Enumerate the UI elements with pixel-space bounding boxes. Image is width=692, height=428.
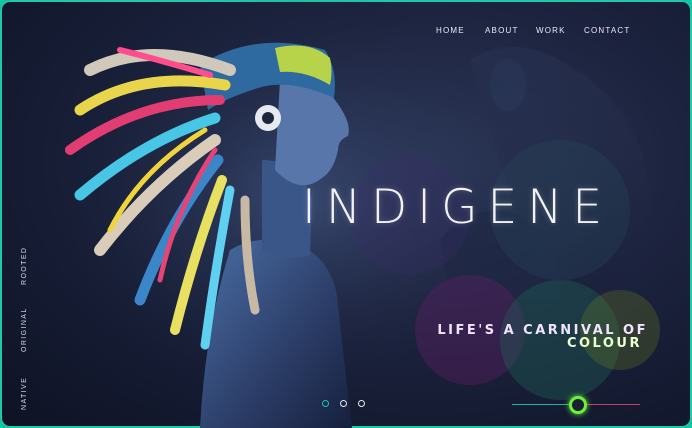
hero-title: INDIGENE [302, 180, 613, 235]
carousel-dots [322, 400, 365, 407]
side-word-rooted: ROOTED [21, 246, 28, 285]
side-word-native: NATIVE [21, 376, 28, 410]
side-word-original: ORIGINAL [21, 307, 28, 352]
slider-track-left [512, 404, 576, 405]
side-keywords: NATIVE ORIGINAL ROOTED [21, 245, 35, 410]
carousel-dot-3[interactable] [358, 400, 365, 407]
nav-contact-link[interactable]: CONTACT [584, 26, 630, 35]
progress-slider[interactable] [512, 395, 642, 415]
hero-frame: HOME ABOUT WORK CONTACT INDIGENE LIFE'S … [0, 0, 692, 428]
nav-work-link[interactable]: WORK [536, 26, 566, 35]
carousel-dot-1[interactable] [322, 400, 329, 407]
carousel-dot-2[interactable] [340, 400, 347, 407]
nav-about-link[interactable]: ABOUT [485, 26, 519, 35]
tagline-line-2: COLOUR [566, 336, 642, 351]
nav-home-link[interactable]: HOME [436, 26, 465, 35]
slider-handle[interactable] [569, 396, 587, 414]
hero-tagline: LIFE'S A CARNIVAL OF COLOUR [428, 324, 648, 350]
